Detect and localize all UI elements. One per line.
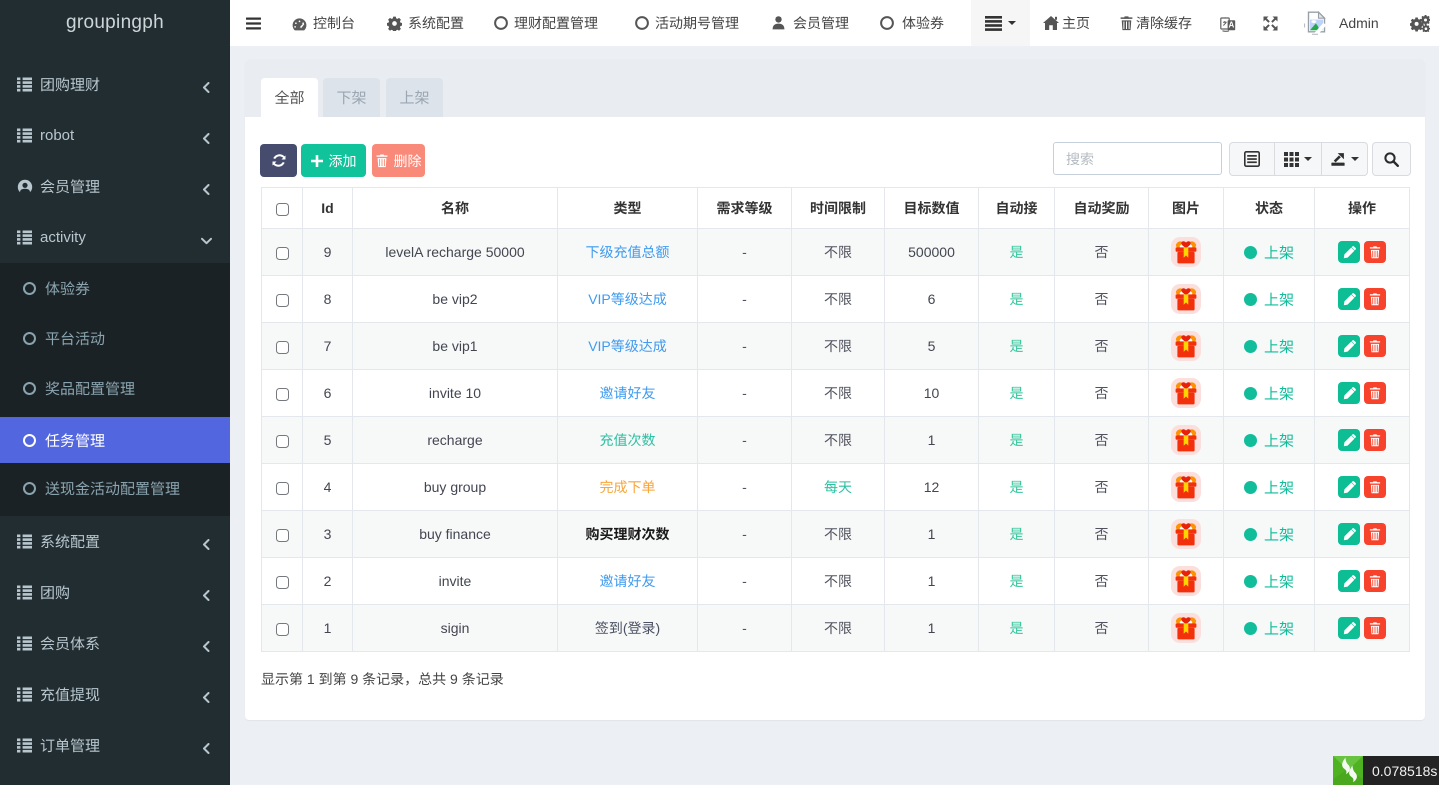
svg-text:A: A	[1229, 20, 1235, 29]
